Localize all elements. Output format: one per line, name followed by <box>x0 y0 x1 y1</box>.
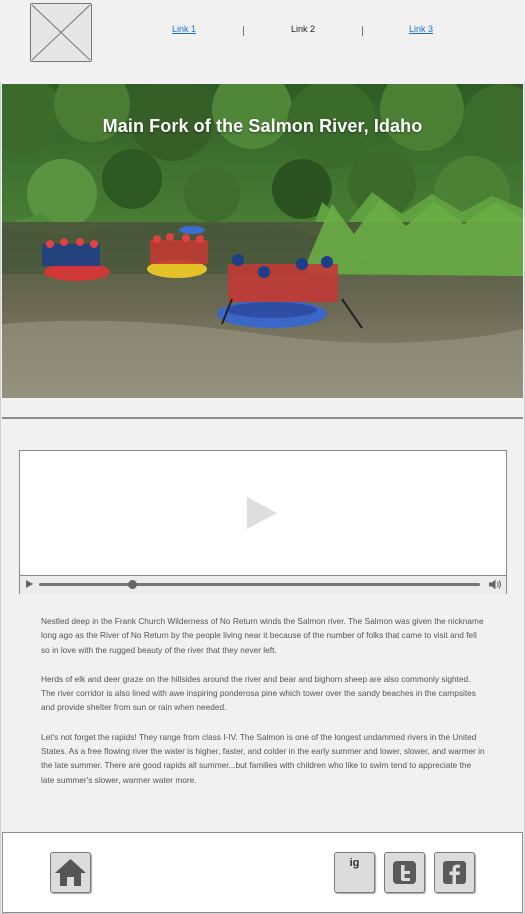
article-body: Nestled deep in the Frank Church Wildern… <box>41 614 486 802</box>
logo-placeholder-icon[interactable] <box>30 3 92 62</box>
nav-separator <box>243 26 244 36</box>
paragraph: Herds of elk and deer graze on the hills… <box>41 673 476 713</box>
nav-separator <box>362 26 363 36</box>
video-player[interactable] <box>19 450 507 594</box>
home-icon <box>55 859 86 886</box>
twitter-button[interactable] <box>384 852 425 893</box>
instagram-icon: ig <box>349 857 360 869</box>
instagram-button[interactable]: ig <box>334 852 375 893</box>
video-controls <box>20 575 506 594</box>
hero-title: Main Fork of the Salmon River, Idaho <box>102 116 423 136</box>
seek-bar[interactable] <box>39 580 480 589</box>
seek-handle[interactable] <box>127 580 137 589</box>
hero-banner: Main Fork of the Salmon River, Idaho <box>2 84 523 398</box>
play-icon[interactable] <box>247 497 277 529</box>
nav-link-2[interactable]: Link 2 <box>291 24 315 34</box>
footer: ig <box>2 832 523 913</box>
paragraph: Let's not forget the rapids! They range … <box>41 731 485 785</box>
facebook-icon <box>443 861 466 884</box>
nav-link-3[interactable]: Link 3 <box>409 24 433 34</box>
home-button[interactable] <box>50 852 91 893</box>
nav-link-1[interactable]: Link 1 <box>172 24 196 34</box>
play-small-icon[interactable] <box>26 580 33 588</box>
volume-icon[interactable] <box>489 579 503 590</box>
section-divider <box>2 417 523 419</box>
paragraph: Nestled deep in the Frank Church Wildern… <box>41 616 484 655</box>
facebook-button[interactable] <box>434 852 475 893</box>
twitter-icon <box>393 861 416 884</box>
header: Link 1 Link 2 Link 3 <box>0 0 525 82</box>
